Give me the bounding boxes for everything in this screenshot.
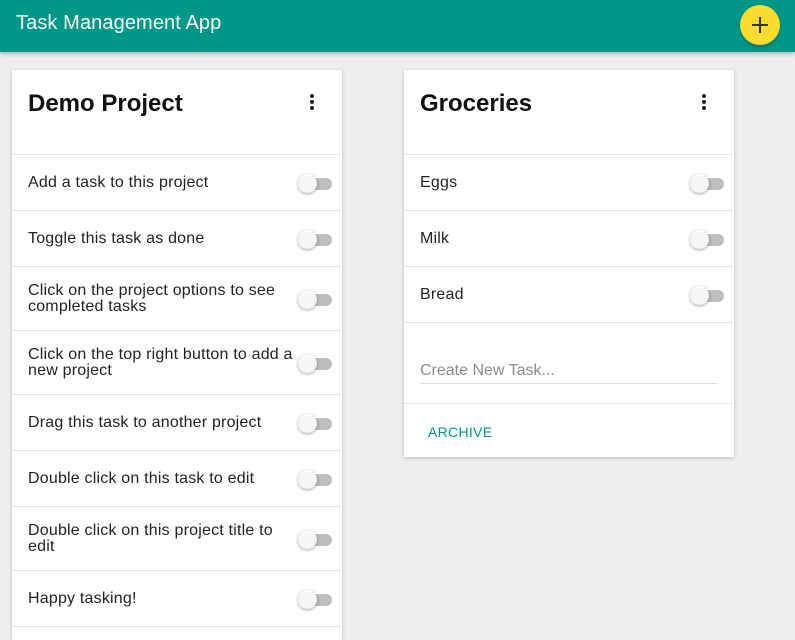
project-options-button[interactable]: [696, 92, 712, 112]
toggle-thumb: [298, 229, 317, 249]
task-done-toggle[interactable]: [690, 285, 726, 305]
toggle-thumb: [298, 469, 317, 489]
add-project-button[interactable]: [740, 5, 780, 45]
task-label: Eggs: [420, 173, 458, 191]
task-label: Toggle this task as done: [28, 229, 205, 247]
plus-icon: [752, 17, 768, 33]
project-header: Groceries: [404, 70, 734, 155]
task-row[interactable]: Bread: [404, 267, 734, 323]
task-done-toggle[interactable]: [298, 469, 334, 489]
task-done-toggle[interactable]: [298, 173, 334, 193]
task-label: Double click on this task to edit: [28, 469, 255, 487]
task-row[interactable]: Drag this task to another project: [12, 395, 342, 451]
task-label: Milk: [420, 229, 450, 247]
task-row[interactable]: Click on the project options to see comp…: [12, 267, 342, 331]
toggle-thumb: [690, 285, 709, 305]
project-options-button[interactable]: [304, 92, 320, 112]
task-label: Add a task to this project: [28, 173, 209, 191]
toggle-thumb: [298, 413, 317, 433]
task-label: Double click on this project title to ed…: [28, 521, 273, 555]
task-label: Happy tasking!: [28, 589, 137, 607]
task-done-toggle[interactable]: [690, 229, 726, 249]
more-vertical-icon: [702, 94, 706, 110]
task-done-toggle[interactable]: [298, 289, 334, 309]
app-bar: Task Management App: [0, 0, 795, 52]
project-title[interactable]: Demo Project: [28, 90, 183, 118]
task-row[interactable]: Toggle this task as done: [12, 211, 342, 267]
toggle-thumb: [298, 289, 317, 309]
toggle-thumb: [690, 173, 709, 193]
task-label: Drag this task to another project: [28, 413, 262, 431]
task-row[interactable]: Eggs: [404, 155, 734, 211]
project-card[interactable]: Demo Project Add a task to this project …: [12, 70, 342, 640]
toggle-thumb: [298, 589, 317, 609]
project-card[interactable]: Groceries Eggs Milk Bread ARCHIVE: [404, 70, 734, 457]
toggle-thumb: [298, 353, 317, 373]
task-row[interactable]: Double click on this project title to ed…: [12, 507, 342, 571]
more-vertical-icon: [310, 94, 314, 110]
toggle-thumb: [690, 229, 709, 249]
archive-button[interactable]: ARCHIVE: [428, 424, 492, 440]
toggle-thumb: [298, 529, 317, 549]
task-row[interactable]: Happy tasking!: [12, 571, 342, 627]
project-title[interactable]: Groceries: [420, 90, 532, 118]
toggle-thumb: [298, 173, 317, 193]
task-row[interactable]: Click on the top right button to add a n…: [12, 331, 342, 395]
task-label: Bread: [420, 285, 464, 303]
task-done-toggle[interactable]: [298, 229, 334, 249]
task-done-toggle[interactable]: [298, 589, 334, 609]
task-label: Click on the project options to see comp…: [28, 281, 276, 315]
task-done-toggle[interactable]: [298, 413, 334, 433]
task-done-toggle[interactable]: [298, 353, 334, 373]
project-header: Demo Project: [12, 70, 342, 155]
task-done-toggle[interactable]: [298, 529, 334, 549]
app-title: Task Management App: [16, 12, 222, 34]
task-row[interactable]: Double click on this task to edit: [12, 451, 342, 507]
new-task-area: [404, 323, 734, 404]
new-task-input[interactable]: [420, 359, 717, 384]
task-row[interactable]: Milk: [404, 211, 734, 267]
task-row[interactable]: Add a task to this project: [12, 155, 342, 211]
task-label: Click on the top right button to add a n…: [28, 345, 293, 379]
task-done-toggle[interactable]: [690, 173, 726, 193]
